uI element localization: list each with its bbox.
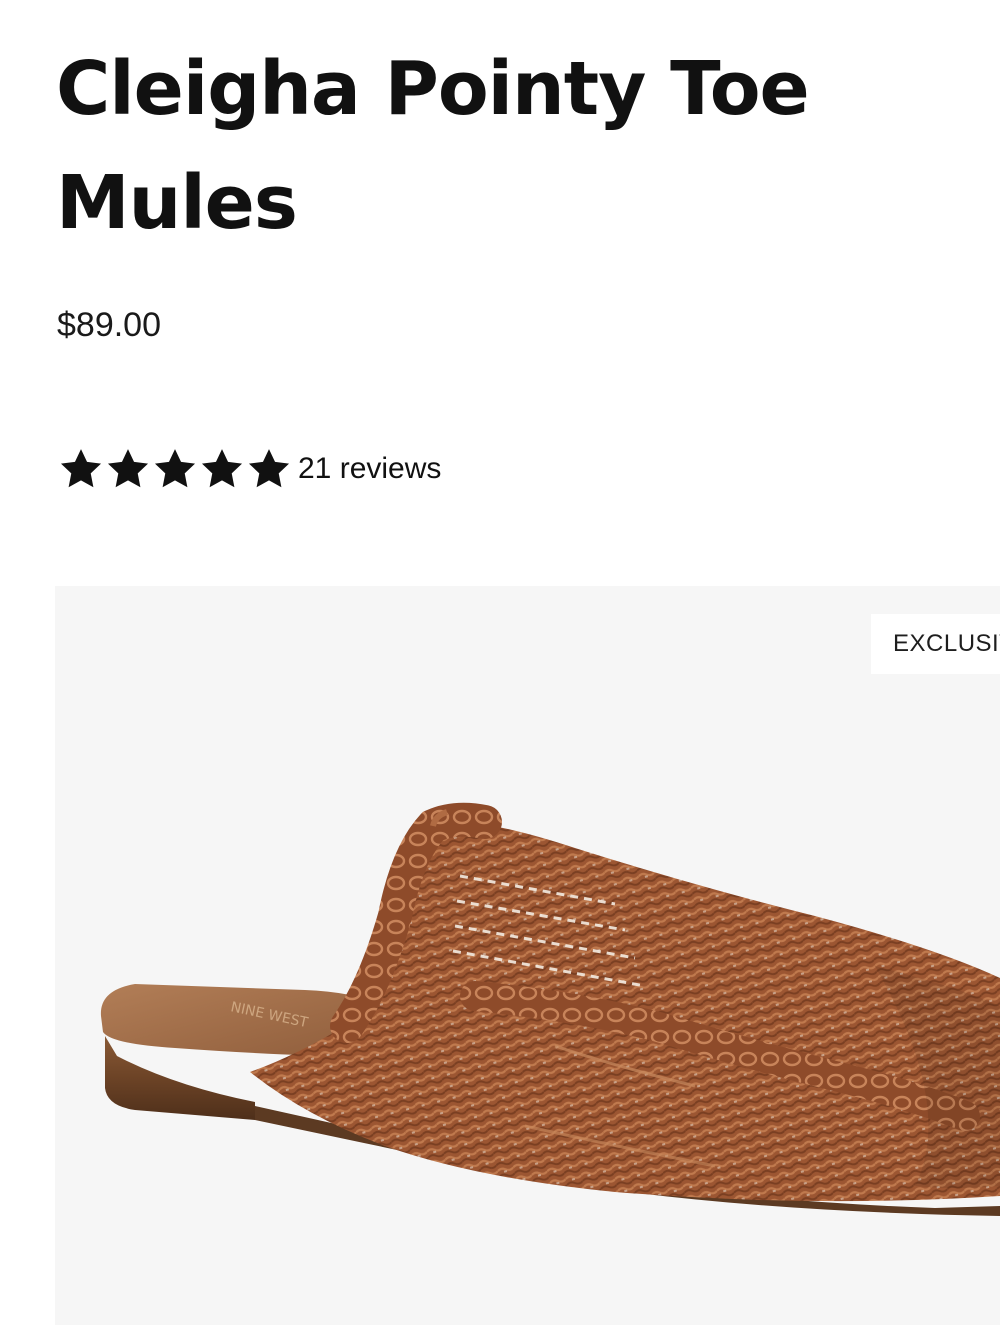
product-price: $89.00 (57, 306, 161, 344)
woven-mule-shoe-image[interactable]: NINE WEST (55, 586, 1000, 1325)
product-title: Cleigha Pointy Toe Mules (56, 46, 810, 246)
star-icon (107, 449, 149, 488)
star-icon (201, 449, 243, 488)
rating-stars (58, 446, 292, 492)
star-icon (154, 449, 196, 488)
star-icon (248, 449, 290, 488)
star-icon (60, 449, 102, 488)
product-rating: 21 reviews (58, 446, 441, 492)
reviews-link[interactable]: 21 reviews (298, 452, 441, 486)
product-image-gallery[interactable]: EXCLUSIVE (55, 586, 1000, 1325)
